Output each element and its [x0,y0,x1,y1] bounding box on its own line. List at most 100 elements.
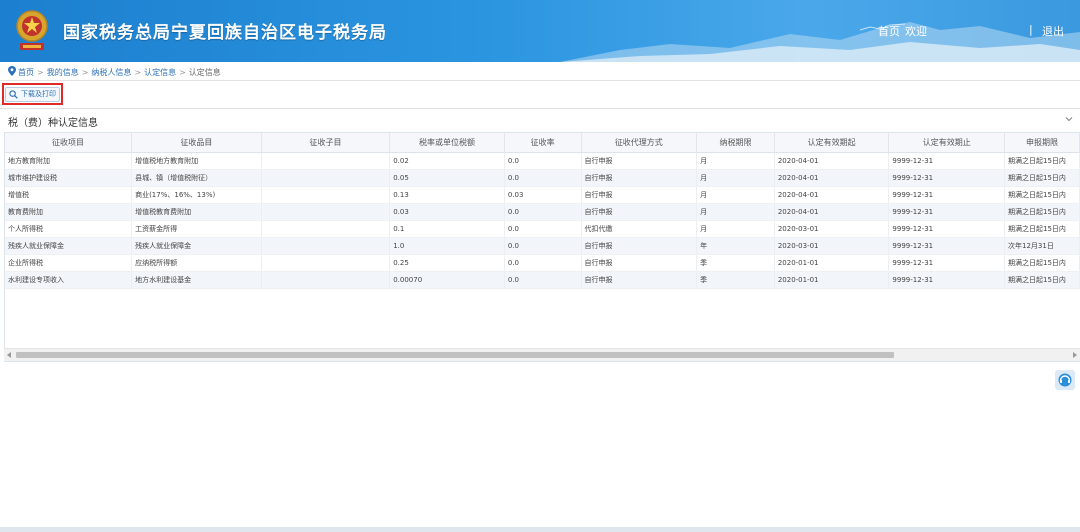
column-header-tax-category[interactable]: 征收品目 [131,133,262,153]
table-cell [261,271,391,289]
breadcrumb-my-info[interactable]: 我的信息 [47,68,79,77]
table-cell: 期满之日起15日内 [1004,169,1080,187]
table-cell: 水利建设专项收入 [5,271,133,289]
table-row[interactable]: 水利建设专项收入 地方水利建设基金 0.00070 0.0 自行申报季 2020-01-0… [5,271,1080,289]
table-cell: 季 [696,271,775,289]
table-cell: 个人所得税 [5,220,133,238]
table-cell [261,169,391,187]
table-cell: 2020-04-01 [774,169,890,187]
location-pin-icon [8,66,16,76]
table-cell: 残疾人就业保障金 [131,237,262,255]
table-row[interactable]: 增值税 商业(17%、16%、13%) 0.13 0.03 自行申报月 2020-04-0… [5,186,1080,204]
scroll-left-arrow-icon[interactable] [7,352,11,358]
column-header-agency-mode[interactable]: 征收代理方式 [581,133,698,153]
table-cell: 2020-04-01 [774,203,890,221]
site-title: 国家税务总局宁夏回族自治区电子税务局 [63,23,387,43]
table-cell [261,237,391,255]
data-grid: 征收项目 征收品目 征收子目 税率或单位税额 征收率 征收代理方式 纳税期限 认… [5,133,1080,289]
table-cell: 0.25 [389,254,505,272]
table-cell: 9999-12-31 [888,271,1006,289]
table-cell [261,152,391,170]
column-header-tax-subitem[interactable]: 征收子目 [261,133,391,153]
table-row[interactable]: 城市维护建设税 县城、镇（增值税附征） 0.05 0.0 自行申报月 2020-04-01… [5,169,1080,187]
column-header-levy-rate[interactable]: 征收率 [504,133,582,153]
header-separator: | [1029,23,1033,36]
table-cell: 2020-04-01 [774,186,890,204]
column-header-filing-deadline[interactable]: 申报期限 [1004,133,1080,153]
breadcrumb: 首页 > 我的信息 > 纳税人信息 > 认定信息 > 认定信息 [8,66,221,78]
table-cell: 9999-12-31 [888,220,1006,238]
table-cell: 教育费附加 [5,203,133,221]
column-header-valid-to[interactable]: 认定有效期止 [888,133,1006,153]
table-cell: 增值税教育费附加 [131,203,262,221]
table-cell: 0.0 [504,152,582,170]
table-cell: 9999-12-31 [888,169,1006,187]
table-cell: 期满之日起15日内 [1004,254,1080,272]
header-welcome-text: 欢迎 [905,25,927,38]
table-cell: 代扣代缴 [581,220,698,238]
table-cell: 2020-01-01 [774,254,890,272]
footer-bar [0,527,1080,532]
breadcrumb-separator: > [179,68,186,77]
table-cell: 增值税地方教育附加 [131,152,262,170]
table-cell: 2020-03-01 [774,220,890,238]
table-cell: 0.00070 [389,271,505,289]
chevron-down-icon[interactable] [1064,114,1074,124]
table-row[interactable]: 个人所得税 工资薪金所得 0.1 0.0 代扣代缴月 2020-03-01 9999-12-… [5,220,1080,238]
table-row[interactable]: 残疾人就业保障金 残疾人就业保障金 1.0 0.0 自行申报年 2020-03-01 999… [5,237,1080,255]
table-cell: 0.0 [504,169,582,187]
header-home-link[interactable]: 首页 [878,23,900,39]
logout-link[interactable]: 退出 [1042,23,1064,39]
table-row[interactable]: 教育费附加 增值税教育费附加 0.03 0.0 自行申报月 2020-04-01 9999-… [5,203,1080,221]
table-row[interactable]: 地方教育附加 增值税地方教育附加 0.02 0.0 自行申报月 2020-04-01 999… [5,152,1080,170]
table-cell: 次年12月31日 [1004,237,1080,255]
table-cell: 0.02 [389,152,505,170]
table-cell: 0.0 [504,271,582,289]
table-cell: 县城、镇（增值税附征） [131,169,262,187]
breadcrumb-home[interactable]: 首页 [18,68,34,77]
breadcrumb-current: 认定信息 [188,68,221,77]
table-cell: 0.13 [389,186,505,204]
breadcrumb-certification-info[interactable]: 认定信息 [144,68,176,77]
table-cell: 自行申报 [581,152,698,170]
table-cell: 企业所得税 [5,254,133,272]
table-row[interactable]: 企业所得税 应纳税所得额 0.25 0.0 自行申报季 2020-01-01 9999-12… [5,254,1080,272]
customer-service-button[interactable] [1055,370,1075,390]
breadcrumb-separator: > [37,68,44,77]
table-cell: 自行申报 [581,237,698,255]
table-cell: 城市维护建设税 [5,169,133,187]
table-cell: 月 [696,152,775,170]
column-header-tax-period[interactable]: 纳税期限 [696,133,775,153]
table-cell: 9999-12-31 [888,152,1006,170]
table-cell: 9999-12-31 [888,254,1006,272]
table-cell [261,186,391,204]
breadcrumb-separator: > [134,68,142,77]
table-header-row: 征收项目 征收品目 征收子目 税率或单位税额 征收率 征收代理方式 纳税期限 认… [5,133,1080,153]
column-header-valid-from[interactable]: 认定有效期起 [774,133,890,153]
table-cell: 应纳税所得额 [131,254,262,272]
download-print-label: 下载及打印 [21,90,56,98]
table-cell: 0.0 [504,203,582,221]
column-header-tax-rate[interactable]: 税率或单位税额 [389,133,505,153]
table-cell: 0.0 [504,220,582,238]
horizontal-scrollbar[interactable] [4,348,1080,361]
table-cell: 期满之日起15日内 [1004,186,1080,204]
table-cell: 自行申报 [581,271,698,289]
table-cell: 期满之日起15日内 [1004,220,1080,238]
table-cell: 2020-01-01 [774,271,890,289]
table-cell: 季 [696,254,775,272]
scroll-right-arrow-icon[interactable] [1073,352,1077,358]
section-title: 税（费）种认定信息 [8,118,98,129]
column-header-tax-item[interactable]: 征收项目 [5,133,133,153]
table-cell: 年 [696,237,775,255]
table-cell: 地方教育附加 [5,152,133,170]
download-print-button[interactable]: 下载及打印 [5,87,60,102]
breadcrumb-taxpayer-info[interactable]: 纳税人信息 [91,68,131,77]
mountain-banner-decoration [560,22,1080,62]
table-cell: 0.0 [504,237,582,255]
scrollbar-thumb[interactable] [16,352,894,358]
table-cell: 自行申报 [581,203,698,221]
table-cell: 工资薪金所得 [131,220,262,238]
table-cell: 期满之日起15日内 [1004,203,1080,221]
divider [0,80,1080,81]
